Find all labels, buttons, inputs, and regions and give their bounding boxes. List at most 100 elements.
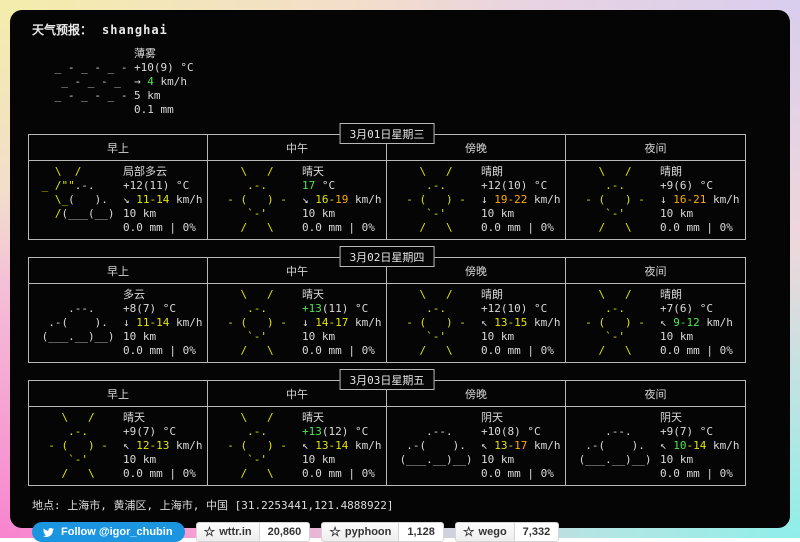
weather-ascii-art: \ / .-. - ( ) - `-' / \ (35, 411, 123, 481)
temperature-value: +8(7) °C (123, 302, 203, 316)
forecast-table: 早上中午傍晚夜间 \ / _ /"".-. \_( ). /(___(__) 局… (28, 134, 746, 240)
weather-details: 晴天17 °C↘ 16-19 km/h10 km0.0 mm | 0% (302, 165, 382, 235)
wind-value: ↘ 16-19 km/h (302, 193, 382, 207)
wind-value: ↖ 13-14 km/h (302, 439, 382, 453)
temperature-value: 17 °C (302, 179, 382, 193)
precipitation-value: 0.0 mm | 0% (302, 344, 382, 358)
star-icon: ☆ (329, 525, 341, 538)
day-title-text: 3月02日星期四 (350, 251, 425, 264)
condition-label: 阴天 (660, 411, 740, 425)
visibility-value: 10 km (123, 330, 203, 344)
weather-details: 晴天+13(11) °C↓ 14-17 km/h10 km0.0 mm | 0% (302, 288, 382, 358)
visibility-value: 10 km (481, 207, 561, 221)
weather-details: 阴天+9(7) °C↖ 10-14 km/h10 km0.0 mm | 0% (660, 411, 740, 481)
visibility-value: 10 km (481, 330, 561, 344)
weather-cell-night: \ / .-. - ( ) - `-' / \晴朗+9(6) °C↓ 16-21… (566, 161, 745, 239)
wind-value: ↓ 14-17 km/h (302, 316, 382, 330)
twitter-follow-button[interactable]: Follow @igor_chubin (32, 522, 185, 542)
period-label: 早上 (29, 381, 208, 406)
star-count: 20,860 (260, 522, 311, 542)
weather-cell-noon: \ / .-. - ( ) - `-' / \晴天+13(11) °C↓ 14-… (208, 284, 387, 362)
weather-cell-morning: \ / _ /"".-. \_( ). /(___(__) 局部多云+12(11… (29, 161, 208, 239)
weather-details: 晴朗+12(10) °C↓ 19-22 km/h10 km0.0 mm | 0% (481, 165, 561, 235)
weather-details: 晴天+13(12) °C↖ 13-14 km/h10 km0.0 mm | 0% (302, 411, 382, 481)
condition-label: 晴天 (302, 288, 382, 302)
twitter-bird-icon (42, 527, 55, 538)
star-icon: ☆ (463, 525, 475, 538)
forecast-table: 早上中午傍晚夜间 \ / .-. - ( ) - `-' / \晴天+9(7) … (28, 380, 746, 486)
visibility-value: 10 km (660, 330, 733, 344)
weather-cell-noon: \ / .-. - ( ) - `-' / \晴天17 °C↘ 16-19 km… (208, 161, 387, 239)
day-title: 3月03日星期五 (340, 369, 435, 390)
weather-ascii-art: \ / .-. - ( ) - `-' / \ (393, 165, 481, 235)
weather-ascii-art: \ / .-. - ( ) - `-' / \ (214, 411, 302, 481)
location-name: shanghai (102, 23, 168, 37)
condition-label: 晴朗 (481, 288, 561, 302)
day-title-text: 3月03日星期五 (350, 374, 425, 387)
wind-value: → 4 km/h (134, 75, 194, 89)
precipitation-value: 0.0 mm | 0% (123, 344, 203, 358)
weather-ascii-art: \ / .-. - ( ) - `-' / \ (214, 288, 302, 358)
day-title-text: 3月01日星期三 (350, 128, 425, 141)
wind-value: ↓ 16-21 km/h (660, 193, 740, 207)
weather-cell-night: \ / .-. - ( ) - `-' / \晴朗+7(6) °C↖ 9-12 … (566, 284, 745, 362)
repo-name: pyphoon (345, 526, 391, 538)
weather-cell-noon: \ / .-. - ( ) - `-' / \晴天+13(12) °C↖ 13-… (208, 407, 387, 485)
forecast-cells-row: .--. .-( ). (___.__)__) 多云+8(7) °C↓ 11-1… (29, 284, 745, 362)
condition-label: 晴天 (123, 411, 203, 425)
precipitation-value: 0.0 mm | 0% (302, 221, 382, 235)
terminal-panel: 天气预报：shanghai _ - _ - _ - _ - _ - _ _ - … (10, 10, 790, 528)
period-label: 夜间 (566, 135, 745, 160)
precipitation-value: 0.0 mm | 0% (481, 344, 561, 358)
forecast-cells-row: \ / .-. - ( ) - `-' / \晴天+9(7) °C↖ 12-13… (29, 407, 745, 485)
github-star-button-wttr-in[interactable]: ☆wttr.in 20,860 (196, 522, 311, 542)
period-label: 早上 (29, 258, 208, 283)
visibility-value: 5 km (134, 89, 194, 103)
github-star-button-wego[interactable]: ☆wego 7,332 (455, 522, 559, 542)
visibility-value: 10 km (660, 453, 740, 467)
weather-ascii-art: _ - _ - _ - _ - _ - _ _ - _ - _ - (48, 47, 134, 117)
weather-cell-evening: \ / .-. - ( ) - `-' / \晴朗+12(10) °C↓ 19-… (387, 161, 566, 239)
temperature-value: +13(12) °C (302, 425, 382, 439)
precipitation-value: 0.1 mm (134, 103, 194, 117)
precipitation-value: 0.0 mm | 0% (123, 221, 203, 235)
day-title: 3月01日星期三 (340, 123, 435, 144)
temperature-value: +12(11) °C (123, 179, 203, 193)
visibility-value: 10 km (302, 453, 382, 467)
condition-label: 晴朗 (660, 165, 740, 179)
weather-cell-morning: .--. .-( ). (___.__)__) 多云+8(7) °C↓ 11-1… (29, 284, 208, 362)
visibility-value: 10 km (123, 453, 203, 467)
wind-value: ↖ 13-15 km/h (481, 316, 561, 330)
page-background: 天气预报：shanghai _ - _ - _ - _ - _ - _ _ - … (0, 0, 800, 538)
condition-label: 局部多云 (123, 165, 203, 179)
weather-details: 阴天+10(8) °C↖ 13-17 km/h10 km0.0 mm | 0% (481, 411, 561, 481)
footer-buttons: Follow @igor_chubin ☆wttr.in 20,860 ☆pyp… (32, 522, 746, 542)
wind-value: ↘ 11-14 km/h (123, 193, 203, 207)
temperature-value: +7(6) °C (660, 302, 733, 316)
twitter-follow-label: Follow @igor_chubin (61, 526, 173, 538)
repo-name: wego (479, 526, 507, 538)
repo-name: wttr.in (219, 526, 251, 538)
day-title: 3月02日星期四 (340, 246, 435, 267)
precipitation-value: 0.0 mm | 0% (660, 467, 740, 481)
period-label: 夜间 (566, 258, 745, 283)
forecast-cells-row: \ / _ /"".-. \_( ). /(___(__) 局部多云+12(11… (29, 161, 745, 239)
precipitation-value: 0.0 mm | 0% (302, 467, 382, 481)
weather-ascii-art: .--. .-( ). (___.__)__) (393, 411, 481, 481)
weather-cell-evening: \ / .-. - ( ) - `-' / \晴朗+12(10) °C↖ 13-… (387, 284, 566, 362)
day-section-2: 3月02日星期四 早上中午傍晚夜间 .--. .-( ). (___.__)__… (28, 257, 746, 363)
github-star-button-pyphoon[interactable]: ☆pyphoon 1,128 (321, 522, 444, 542)
star-icon: ☆ (204, 525, 216, 538)
precipitation-value: 0.0 mm | 0% (481, 467, 561, 481)
condition-label: 阴天 (481, 411, 561, 425)
period-label: 早上 (29, 135, 208, 160)
condition-label: 晴天 (302, 165, 382, 179)
temperature-value: +12(10) °C (481, 302, 561, 316)
temperature-value: +9(7) °C (660, 425, 740, 439)
forecast-table: 早上中午傍晚夜间 .--. .-( ). (___.__)__) 多云+8(7)… (28, 257, 746, 363)
wind-value: ↓ 11-14 km/h (123, 316, 203, 330)
weather-ascii-art: \ / .-. - ( ) - `-' / \ (214, 165, 302, 235)
condition-label: 晴朗 (481, 165, 561, 179)
visibility-value: 10 km (481, 453, 561, 467)
temperature-value: +9(7) °C (123, 425, 203, 439)
